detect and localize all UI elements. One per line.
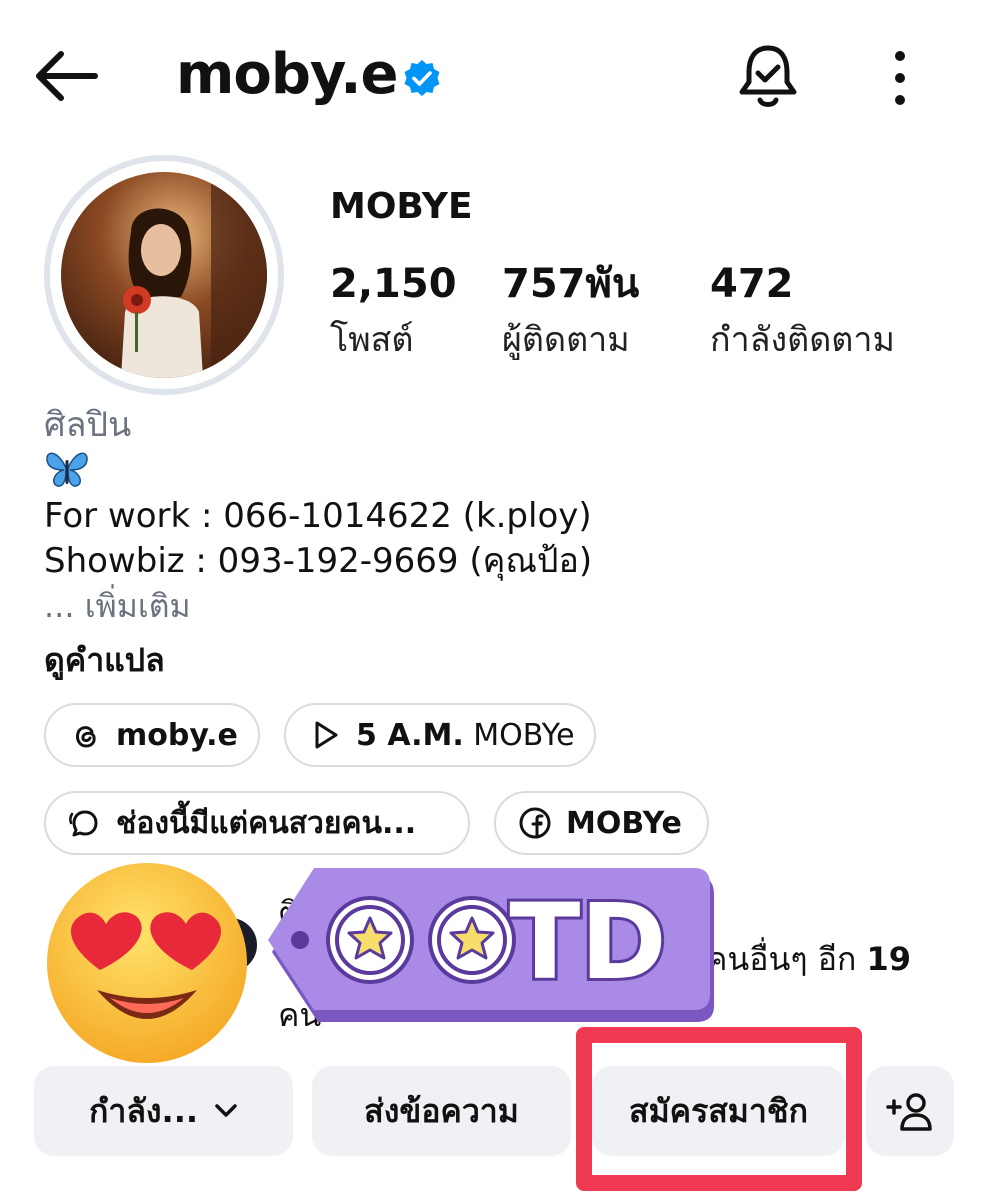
profile-category: ศิลปิน bbox=[44, 405, 132, 445]
following-dropdown-button[interactable]: กำลัง... bbox=[34, 1066, 293, 1156]
add-person-icon bbox=[886, 1093, 932, 1131]
arrow-left-icon bbox=[36, 51, 98, 101]
back-button[interactable] bbox=[30, 40, 102, 112]
message-button-label: ส่งข้อความ bbox=[364, 1091, 519, 1130]
verified-badge-icon bbox=[404, 60, 440, 96]
posts-count: 2,150 bbox=[330, 261, 457, 307]
profile-avatar-ring[interactable] bbox=[44, 155, 284, 395]
td-tag-sticker: TD bbox=[268, 868, 714, 1022]
following-button-label: กำลัง... bbox=[88, 1091, 199, 1130]
bio-line-work: For work : 066-1014622 (k.ploy) bbox=[44, 496, 592, 536]
add-person-button[interactable] bbox=[866, 1066, 954, 1156]
link-chip-broadcast-channel[interactable]: ช่องนี้มีแต่คนสวยคน... bbox=[44, 791, 470, 855]
butterfly-icon bbox=[44, 448, 944, 494]
link-chip-music-label: 5 A.M. bbox=[356, 717, 464, 753]
td-tag-text: TD bbox=[509, 881, 666, 1003]
followed-by-others: คนอื่นๆ อีก 19 bbox=[706, 934, 911, 985]
link-chip-broadcast-label: ช่องนี้มีแต่คนสวยคน... bbox=[116, 805, 417, 841]
bio-line-showbiz: Showbiz : 093-192-9669 (คุณป้อ) bbox=[44, 541, 593, 581]
followers-count: 757พัน bbox=[502, 261, 640, 307]
facebook-icon bbox=[519, 807, 551, 839]
bio-more-link[interactable]: ... เพิ่มเติม bbox=[44, 584, 944, 628]
bell-check-icon bbox=[739, 45, 797, 107]
posts-stat[interactable]: 2,150 โพสต์ bbox=[330, 258, 457, 370]
notification-bell-button[interactable] bbox=[734, 42, 802, 112]
following-stat[interactable]: 472 กำลังติดตาม bbox=[710, 258, 895, 370]
more-options-button[interactable] bbox=[876, 44, 924, 112]
more-vertical-icon bbox=[895, 51, 905, 105]
posts-label: โพสต์ bbox=[330, 320, 414, 360]
link-chip-facebook[interactable]: MOBYe bbox=[494, 791, 709, 855]
followed-by-others-count: 19 bbox=[866, 940, 912, 978]
followers-stat[interactable]: 757พัน ผู้ติดตาม bbox=[502, 258, 639, 370]
broadcast-chat-icon bbox=[69, 810, 98, 837]
link-chip-threads-label: moby.e bbox=[116, 717, 238, 753]
top-bar: moby.e bbox=[0, 0, 987, 150]
message-button[interactable]: ส่งข้อความ bbox=[312, 1066, 571, 1156]
following-count: 472 bbox=[710, 261, 794, 307]
link-chip-threads[interactable]: moby.e bbox=[44, 703, 260, 767]
followers-label: ผู้ติดตาม bbox=[502, 320, 630, 360]
profile-bio: ศิลปิน For work : 066-1014622 (k.ploy) S… bbox=[44, 402, 944, 688]
chevron-down-icon bbox=[215, 1104, 237, 1117]
link-chip-music[interactable]: 5 A.M. MOBYe bbox=[284, 703, 596, 767]
following-label: กำลังติดตาม bbox=[710, 320, 895, 360]
play-icon bbox=[315, 721, 338, 749]
subscribe-highlight-box bbox=[576, 1027, 862, 1191]
profile-username: moby.e bbox=[176, 42, 399, 107]
profile-avatar bbox=[61, 172, 267, 378]
profile-display-name: MOBYE bbox=[330, 186, 473, 227]
see-translation-link[interactable]: ดูคำแปล bbox=[44, 632, 944, 688]
link-chip-facebook-label: MOBYe bbox=[566, 805, 682, 841]
threads-icon bbox=[76, 726, 96, 748]
link-chip-music-artist: MOBYe bbox=[463, 717, 575, 753]
followed-by-others-text: คนอื่นๆ อีก bbox=[706, 940, 867, 978]
heart-eyes-emoji-sticker bbox=[47, 863, 247, 1063]
